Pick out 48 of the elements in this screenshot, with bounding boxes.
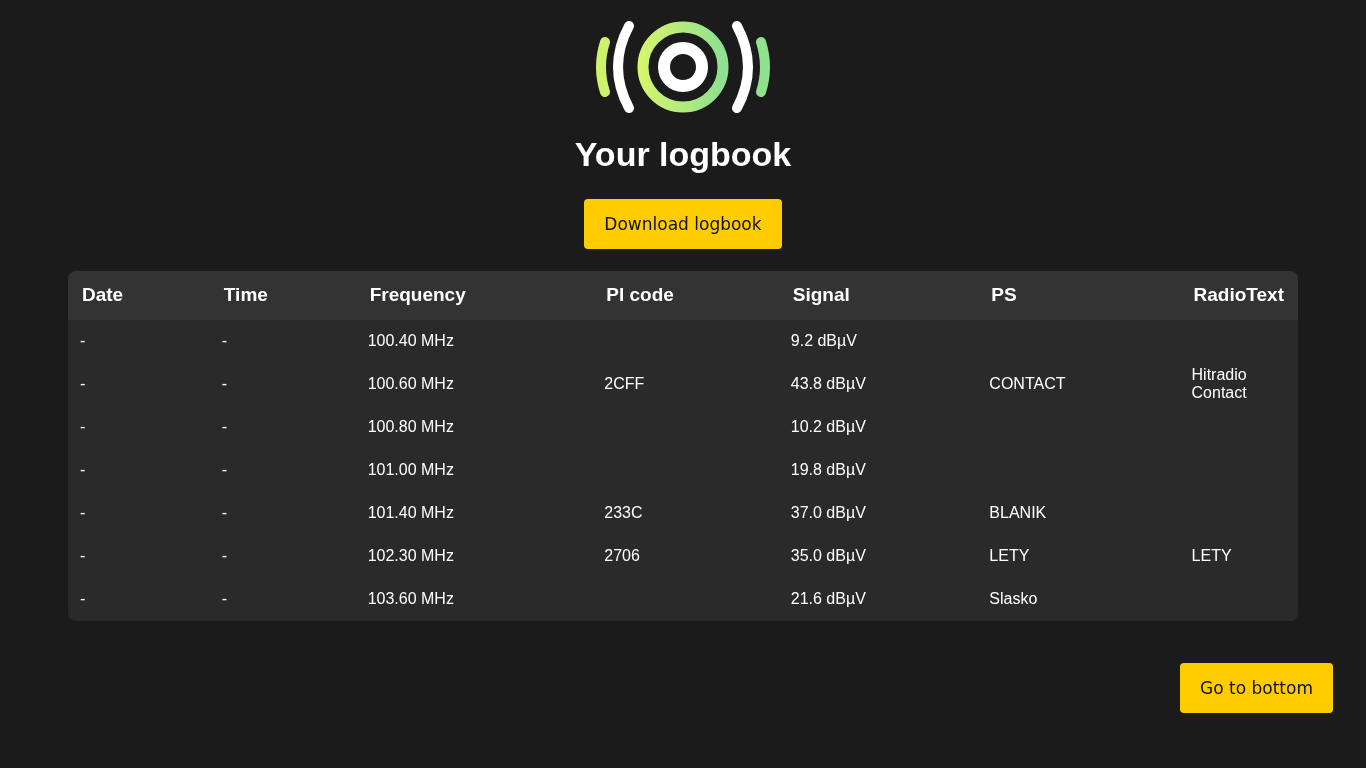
table-cell: - [221, 461, 228, 479]
column-header: PI code [606, 284, 674, 306]
table-cell: - [221, 332, 228, 350]
table-cell: 100.40 MHz [367, 332, 454, 350]
column-header: Signal [792, 284, 850, 306]
table-cell: 102.30 MHz [367, 547, 454, 565]
table-cell: 101.40 MHz [367, 504, 454, 522]
go-to-bottom-button[interactable]: Go to bottom [1180, 662, 1333, 713]
table-cell: - [80, 375, 86, 393]
table-cell: - [221, 375, 228, 393]
table-cell: - [80, 418, 86, 436]
table-cell: - [221, 504, 228, 522]
table-cell: Hitradio Contact [1191, 366, 1247, 402]
table-cell: 37.0 dBµV [790, 504, 866, 522]
table-cell: 101.00 MHz [367, 461, 454, 479]
download-button[interactable]: Download logbook [584, 198, 782, 249]
column-header: Frequency [369, 284, 466, 306]
column-header: PS [991, 284, 1017, 306]
table-cell: 103.60 MHz [367, 590, 454, 608]
table-cell: LETY [1191, 547, 1232, 565]
table-cell: - [80, 504, 86, 522]
table-cell: 10.2 dBµV [790, 418, 866, 436]
table-cell: - [221, 590, 228, 608]
column-header: Date [82, 284, 124, 306]
table-cell: BLANIK [989, 504, 1047, 522]
table-cell: - [80, 590, 86, 608]
table-cell: 100.80 MHz [367, 418, 454, 436]
column-header: Time [223, 284, 268, 306]
table-cell: - [221, 547, 228, 565]
table-cell: 233C [604, 504, 643, 522]
table-cell: - [80, 461, 86, 479]
table-cell: 35.0 dBµV [790, 547, 866, 565]
column-header: RadioText [1193, 284, 1284, 306]
table-cell: - [221, 418, 228, 436]
table-cell: - [80, 332, 86, 350]
page-title: Your logbook [574, 134, 792, 175]
table-cell: 43.8 dBµV [790, 375, 866, 393]
table-cell: 2706 [604, 547, 640, 565]
table-cell: 19.8 dBµV [790, 461, 866, 479]
table-cell: Slasko [989, 590, 1038, 608]
table-cell: 2CFF [604, 375, 645, 393]
table-cell: - [80, 547, 86, 565]
table-cell: LETY [989, 547, 1030, 565]
radio-signal-logo-icon [593, 20, 773, 114]
table-cell: 9.2 dBµV [790, 332, 857, 350]
table-cell: CONTACT [989, 375, 1066, 393]
table-cell: 21.6 dBµV [790, 590, 866, 608]
table-cell: 100.60 MHz [367, 375, 454, 393]
